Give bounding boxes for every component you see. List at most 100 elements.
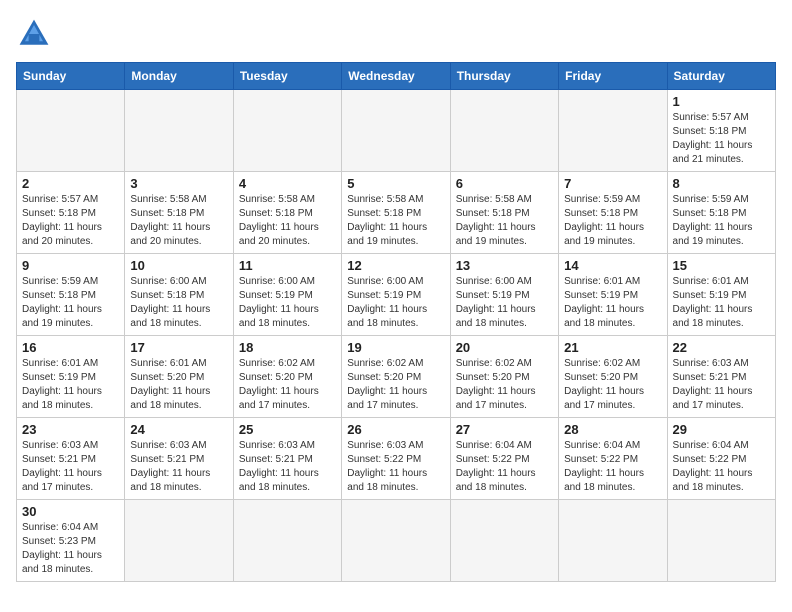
calendar-day-cell (233, 500, 341, 582)
day-info: Sunrise: 5:58 AM Sunset: 5:18 PM Dayligh… (347, 193, 444, 249)
calendar-day-cell: 26 Sunrise: 6:03 AM Sunset: 5:22 PM Dayli… (342, 418, 450, 500)
weekday-header: Monday (125, 63, 233, 90)
calendar: SundayMondayTuesdayWednesdayThursdayFrid… (16, 62, 776, 582)
calendar-day-cell: 22 Sunrise: 6:03 AM Sunset: 5:21 PM Dayli… (667, 336, 775, 418)
day-number: 2 (22, 176, 119, 191)
day-info: Sunrise: 6:02 AM Sunset: 5:20 PM Dayligh… (564, 357, 661, 413)
calendar-week-row: 16Sunrise: 6:01 AM Sunset: 5:19 PM Dayli… (17, 336, 776, 418)
day-number: 18 (239, 340, 336, 355)
calendar-day-cell: 8Sunrise: 5:59 AM Sunset: 5:18 PM Daylig… (667, 172, 775, 254)
day-number: 17 (130, 340, 227, 355)
calendar-day-cell: 27Sunrise: 6:04 AM Sunset: 5:22 PM Dayli… (450, 418, 558, 500)
calendar-day-cell: 18Sunrise: 6:02 AM Sunset: 5:20 PM Dayli… (233, 336, 341, 418)
calendar-day-cell: 3 Sunrise: 5:58 AM Sunset: 5:18 PM Daylig… (125, 172, 233, 254)
day-number: 22 (673, 340, 770, 355)
calendar-day-cell: 19 Sunrise: 6:02 AM Sunset: 5:20 PM Dayli… (342, 336, 450, 418)
calendar-week-row: 30 Sunrise: 6:04 AM Sunset: 5:23 PM Dayli… (17, 500, 776, 582)
day-number: 21 (564, 340, 661, 355)
calendar-day-cell: 11 Sunrise: 6:00 AM Sunset: 5:19 PM Dayli… (233, 254, 341, 336)
day-number: 25 (239, 422, 336, 437)
weekday-header: Sunday (17, 63, 125, 90)
calendar-day-cell (125, 90, 233, 172)
day-info: Sunrise: 6:04 AM Sunset: 5:22 PM Dayligh… (564, 439, 661, 495)
calendar-week-row: 23 Sunrise: 6:03 AM Sunset: 5:21 PM Dayli… (17, 418, 776, 500)
calendar-day-cell: 13Sunrise: 6:00 AM Sunset: 5:19 PM Dayli… (450, 254, 558, 336)
weekday-header: Thursday (450, 63, 558, 90)
calendar-week-row: 2 Sunrise: 5:57 AM Sunset: 5:18 PM Daylig… (17, 172, 776, 254)
calendar-day-cell (450, 90, 558, 172)
calendar-day-cell: 2 Sunrise: 5:57 AM Sunset: 5:18 PM Daylig… (17, 172, 125, 254)
day-info: Sunrise: 5:57 AM Sunset: 5:18 PM Dayligh… (22, 193, 119, 249)
day-info: Sunrise: 6:01 AM Sunset: 5:20 PM Dayligh… (130, 357, 227, 413)
calendar-day-cell (450, 500, 558, 582)
day-number: 3 (130, 176, 227, 191)
day-info: Sunrise: 6:00 AM Sunset: 5:19 PM Dayligh… (347, 275, 444, 331)
day-number: 26 (347, 422, 444, 437)
calendar-day-cell: 20 Sunrise: 6:02 AM Sunset: 5:20 PM Dayli… (450, 336, 558, 418)
page-header (16, 16, 776, 52)
day-number: 29 (673, 422, 770, 437)
day-number: 5 (347, 176, 444, 191)
calendar-week-row: 9 Sunrise: 5:59 AM Sunset: 5:18 PM Daylig… (17, 254, 776, 336)
day-number: 24 (130, 422, 227, 437)
day-number: 28 (564, 422, 661, 437)
day-info: Sunrise: 5:59 AM Sunset: 5:18 PM Dayligh… (564, 193, 661, 249)
calendar-day-cell: 23 Sunrise: 6:03 AM Sunset: 5:21 PM Dayli… (17, 418, 125, 500)
day-number: 11 (239, 258, 336, 273)
calendar-day-cell: 9 Sunrise: 5:59 AM Sunset: 5:18 PM Daylig… (17, 254, 125, 336)
day-info: Sunrise: 5:57 AM Sunset: 5:18 PM Dayligh… (673, 111, 770, 167)
calendar-day-cell: 15 Sunrise: 6:01 AM Sunset: 5:19 PM Dayli… (667, 254, 775, 336)
day-number: 19 (347, 340, 444, 355)
day-number: 23 (22, 422, 119, 437)
calendar-day-cell (17, 90, 125, 172)
day-info: Sunrise: 6:03 AM Sunset: 5:21 PM Dayligh… (22, 439, 119, 495)
weekday-header: Wednesday (342, 63, 450, 90)
day-number: 16 (22, 340, 119, 355)
day-number: 10 (130, 258, 227, 273)
day-number: 7 (564, 176, 661, 191)
calendar-day-cell (559, 500, 667, 582)
day-number: 1 (673, 94, 770, 109)
logo (16, 16, 58, 52)
weekday-header: Saturday (667, 63, 775, 90)
day-info: Sunrise: 6:01 AM Sunset: 5:19 PM Dayligh… (564, 275, 661, 331)
calendar-day-cell: 28 Sunrise: 6:04 AM Sunset: 5:22 PM Dayli… (559, 418, 667, 500)
day-info: Sunrise: 6:00 AM Sunset: 5:19 PM Dayligh… (239, 275, 336, 331)
calendar-day-cell: 14 Sunrise: 6:01 AM Sunset: 5:19 PM Dayli… (559, 254, 667, 336)
day-info: Sunrise: 5:58 AM Sunset: 5:18 PM Dayligh… (239, 193, 336, 249)
calendar-day-cell: 12Sunrise: 6:00 AM Sunset: 5:19 PM Dayli… (342, 254, 450, 336)
day-number: 14 (564, 258, 661, 273)
day-number: 15 (673, 258, 770, 273)
day-number: 30 (22, 504, 119, 519)
day-info: Sunrise: 5:59 AM Sunset: 5:18 PM Dayligh… (673, 193, 770, 249)
calendar-day-cell: 30 Sunrise: 6:04 AM Sunset: 5:23 PM Dayli… (17, 500, 125, 582)
day-info: Sunrise: 6:01 AM Sunset: 5:19 PM Dayligh… (673, 275, 770, 331)
calendar-day-cell: 4Sunrise: 5:58 AM Sunset: 5:18 PM Daylig… (233, 172, 341, 254)
day-info: Sunrise: 6:02 AM Sunset: 5:20 PM Dayligh… (347, 357, 444, 413)
calendar-day-cell: 29 Sunrise: 6:04 AM Sunset: 5:22 PM Dayli… (667, 418, 775, 500)
day-info: Sunrise: 6:04 AM Sunset: 5:23 PM Dayligh… (22, 521, 119, 577)
calendar-week-row: 1 Sunrise: 5:57 AM Sunset: 5:18 PM Daylig… (17, 90, 776, 172)
day-info: Sunrise: 5:59 AM Sunset: 5:18 PM Dayligh… (22, 275, 119, 331)
day-info: Sunrise: 6:04 AM Sunset: 5:22 PM Dayligh… (673, 439, 770, 495)
calendar-day-cell (233, 90, 341, 172)
calendar-day-cell: 24Sunrise: 6:03 AM Sunset: 5:21 PM Dayli… (125, 418, 233, 500)
calendar-day-cell: 21 Sunrise: 6:02 AM Sunset: 5:20 PM Dayli… (559, 336, 667, 418)
day-number: 9 (22, 258, 119, 273)
calendar-day-cell: 16Sunrise: 6:01 AM Sunset: 5:19 PM Dayli… (17, 336, 125, 418)
day-info: Sunrise: 6:03 AM Sunset: 5:21 PM Dayligh… (673, 357, 770, 413)
day-number: 6 (456, 176, 553, 191)
calendar-day-cell: 7 Sunrise: 5:59 AM Sunset: 5:18 PM Daylig… (559, 172, 667, 254)
weekday-header-row: SundayMondayTuesdayWednesdayThursdayFrid… (17, 63, 776, 90)
weekday-header: Friday (559, 63, 667, 90)
calendar-day-cell: 17 Sunrise: 6:01 AM Sunset: 5:20 PM Dayli… (125, 336, 233, 418)
calendar-day-cell (559, 90, 667, 172)
calendar-day-cell (342, 90, 450, 172)
day-info: Sunrise: 5:58 AM Sunset: 5:18 PM Dayligh… (130, 193, 227, 249)
day-info: Sunrise: 6:00 AM Sunset: 5:18 PM Dayligh… (130, 275, 227, 331)
day-info: Sunrise: 6:03 AM Sunset: 5:22 PM Dayligh… (347, 439, 444, 495)
day-info: Sunrise: 6:02 AM Sunset: 5:20 PM Dayligh… (456, 357, 553, 413)
calendar-day-cell (667, 500, 775, 582)
day-number: 20 (456, 340, 553, 355)
day-number: 27 (456, 422, 553, 437)
